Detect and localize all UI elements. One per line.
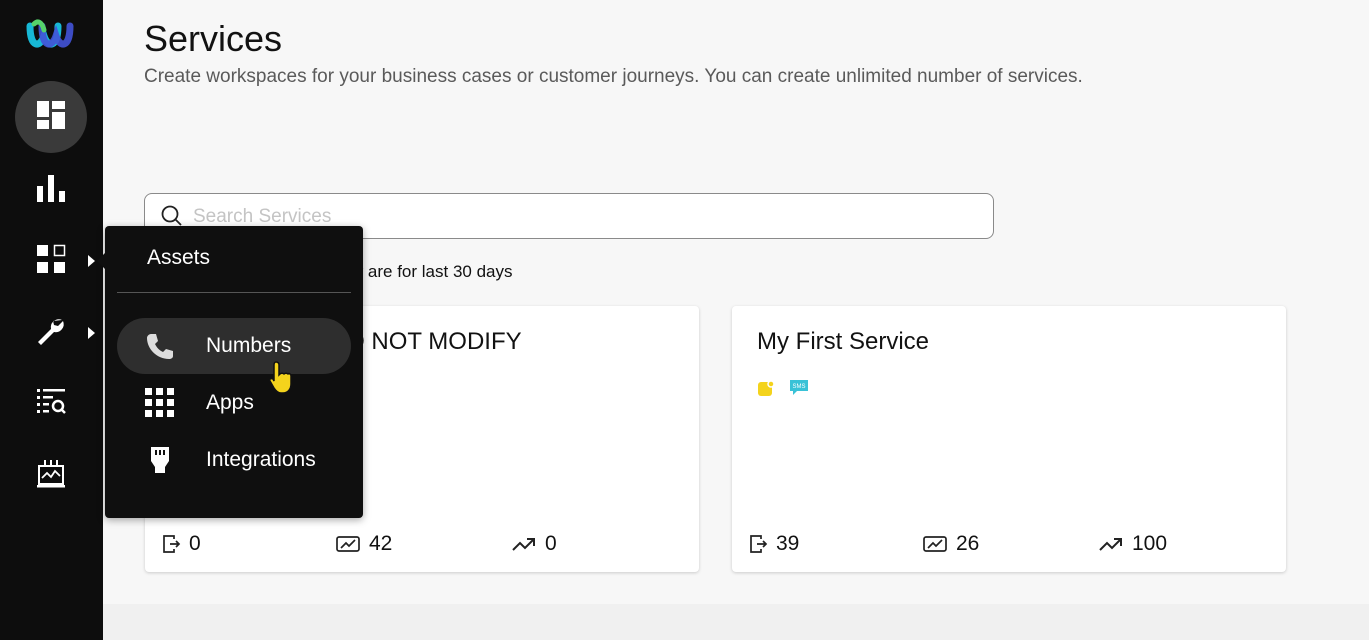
exit-icon (161, 533, 181, 555)
wrench-icon (35, 315, 67, 352)
hand-pointer-icon (268, 360, 296, 399)
stat-exits: 0 (161, 532, 201, 556)
menu-item-apps[interactable]: Apps (117, 375, 351, 431)
menu-item-integrations[interactable]: Integrations (117, 432, 351, 488)
sidebar-item-search-list[interactable] (15, 368, 87, 440)
assets-flyout-menu: Assets Numbers Apps Integrations (97, 226, 363, 518)
stat-exits: 39 (748, 532, 799, 556)
menu-pointer (97, 252, 106, 270)
stat-trend: 0 (511, 532, 557, 556)
sidebar-item-assets[interactable] (15, 225, 87, 297)
svg-text:SMS: SMS (792, 384, 805, 390)
webex-logo[interactable] (24, 14, 76, 56)
assets-grid-icon (35, 243, 67, 280)
menu-item-numbers[interactable]: Numbers (117, 318, 351, 374)
stat-trend: 100 (1098, 532, 1167, 556)
submenu-caret-icon (88, 327, 95, 339)
service-card[interactable]: My First Service SMS 39 26 100 (732, 306, 1286, 572)
phone-icon (145, 331, 175, 361)
page-title: Services (144, 18, 283, 59)
sidebar-item-tools[interactable] (15, 297, 87, 369)
search-list-icon (35, 386, 67, 423)
sidebar-item-dashboard[interactable] (15, 81, 87, 153)
sidebar (0, 0, 103, 640)
stat-exits-value: 0 (189, 532, 201, 555)
menu-divider (117, 292, 351, 293)
stat-exits-value: 39 (776, 532, 800, 555)
sidebar-item-analytics[interactable] (15, 154, 87, 226)
bar-chart-icon (35, 172, 67, 209)
menu-item-label: Integrations (206, 448, 316, 471)
menu-item-label: Apps (206, 391, 254, 414)
exit-icon (748, 533, 768, 555)
menu-heading: Assets (147, 246, 211, 269)
submenu-caret-icon (88, 255, 95, 267)
sticky-note-icon (757, 380, 775, 403)
service-card-title: My First Service (757, 328, 930, 355)
flow-icon (335, 533, 361, 555)
stat-trend-value: 100 (1132, 532, 1168, 555)
page-subtitle: Create workspaces for your business case… (144, 66, 1083, 87)
trend-up-icon (511, 534, 537, 554)
sms-icon: SMS (789, 379, 809, 402)
stat-flows: 42 (335, 532, 392, 556)
stat-flows-value: 42 (369, 532, 393, 555)
plug-icon (145, 445, 175, 475)
apps-grid-icon (145, 388, 175, 418)
dashboard-icon (35, 99, 67, 136)
monitor-chart-icon (35, 458, 67, 495)
stat-flows-value: 26 (956, 532, 980, 555)
stat-trend-value: 0 (545, 532, 557, 555)
stat-flows: 26 (922, 532, 979, 556)
sidebar-item-monitoring[interactable] (15, 440, 87, 512)
bottom-band (103, 604, 1369, 640)
menu-item-label: Numbers (206, 334, 292, 357)
trend-up-icon (1098, 534, 1124, 554)
flow-icon (922, 533, 948, 555)
